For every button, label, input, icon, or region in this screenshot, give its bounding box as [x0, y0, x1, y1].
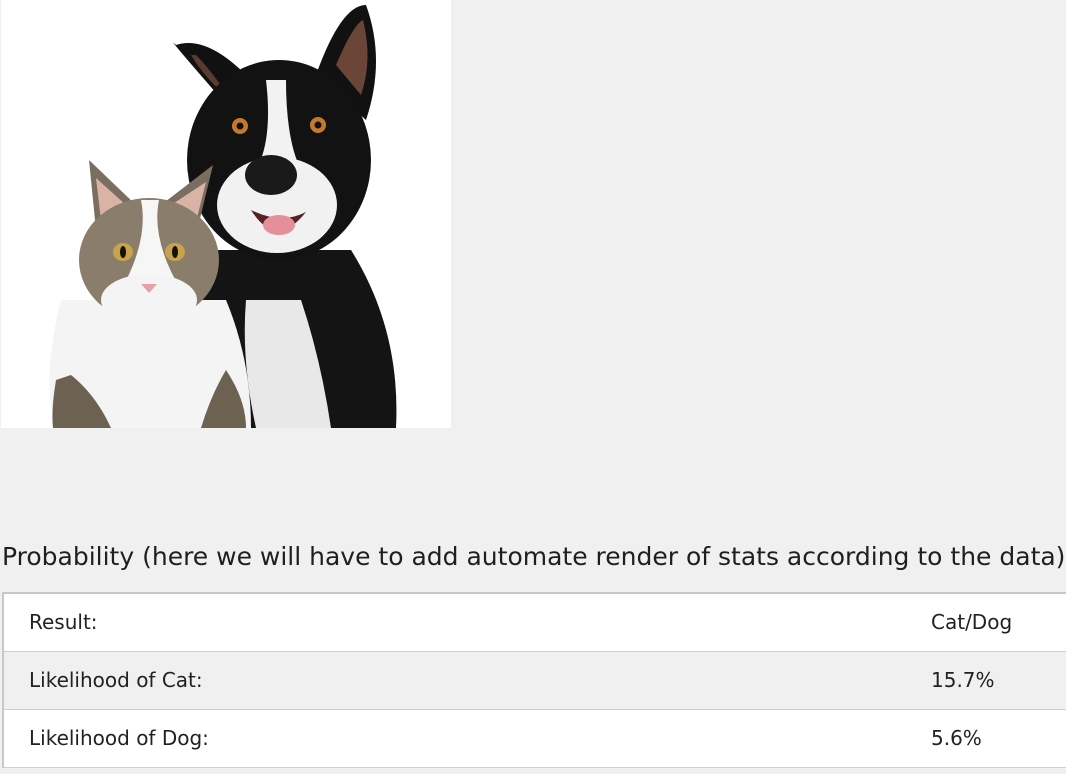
pets-illustration: [1, 0, 451, 428]
cat-likelihood-label: Likelihood of Cat:: [2, 650, 909, 710]
result-label: Result:: [2, 592, 909, 652]
cat-and-dog-photo: [1, 0, 451, 428]
dog-likelihood-label: Likelihood of Dog:: [2, 708, 909, 768]
table-row: Result: Cat/Dog: [2, 592, 1066, 652]
table-row: Likelihood of Cat: 15.7%: [2, 650, 1066, 710]
probability-heading: Probability (here we will have to add au…: [2, 542, 1066, 571]
page: Probability (here we will have to add au…: [0, 0, 1066, 774]
probability-table: Result: Cat/Dog Likelihood of Cat: 15.7%…: [2, 592, 1066, 768]
dog-likelihood-value: 5.6%: [909, 708, 1066, 768]
table-row: Likelihood of Dog: 5.6%: [2, 708, 1066, 768]
cat-likelihood-value: 15.7%: [909, 650, 1066, 710]
result-value: Cat/Dog: [909, 592, 1066, 652]
